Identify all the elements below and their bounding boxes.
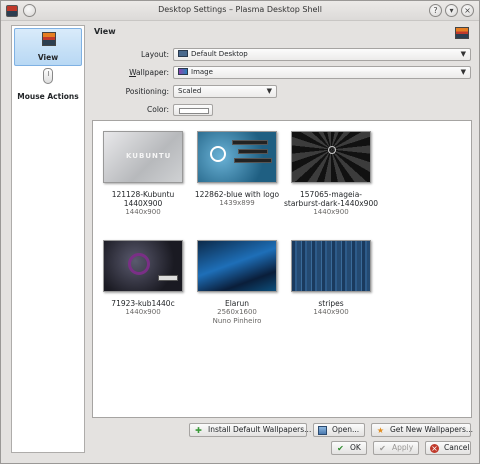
chevron-down-icon: ▼	[460, 68, 466, 76]
apply-button[interactable]: ✔ Apply	[373, 441, 419, 455]
title-bar[interactable]: Desktop Settings – Plasma Desktop Shell …	[1, 1, 479, 21]
wallpaper-author: Nuno Pinheiro	[212, 317, 262, 325]
wallpaper-item[interactable]: stripes 1440x900	[283, 240, 379, 317]
wallpaper-name: stripes	[318, 299, 344, 308]
plus-icon: ✚	[195, 426, 202, 435]
settings-sidebar: View Mouse Actions	[11, 25, 85, 453]
wallpaper-thumbnail	[291, 240, 371, 292]
wallpaper-item[interactable]: Elarun 2560x1600 Nuno Pinheiro	[189, 240, 285, 326]
color-picker-button[interactable]	[173, 104, 213, 116]
layout-combo[interactable]: Default Desktop ▼	[173, 48, 471, 61]
wallpaper-item[interactable]: 157065-mageia-starburst-dark-1440x900 14…	[283, 131, 379, 217]
wallpaper-name: 71923-kub1440c	[111, 299, 175, 308]
sidebar-item-label: Mouse Actions	[17, 92, 79, 101]
wallpaper-label: Wallpaper:	[129, 68, 169, 77]
wallpaper-size: 1440x900	[313, 308, 349, 316]
sidebar-item-view[interactable]: View	[14, 28, 82, 66]
desktop-icon	[178, 50, 188, 57]
folder-open-icon	[318, 426, 327, 435]
wallpaper-thumbnail	[291, 131, 371, 183]
open-button[interactable]: Open...	[313, 423, 365, 437]
wallpaper-thumbnail: KUBUNTU	[103, 131, 183, 183]
settings-window: Desktop Settings – Plasma Desktop Shell …	[0, 0, 480, 464]
wallpaper-item[interactable]: 71923-kub1440c 1440x900	[95, 240, 191, 317]
mouse-icon	[43, 68, 53, 84]
minimize-icon[interactable]: ▾	[445, 4, 458, 17]
wallpaper-value: Image	[191, 68, 213, 76]
positioning-label: Positioning:	[125, 87, 169, 96]
install-default-wallpapers-button[interactable]: ✚ Install Default Wallpapers...	[189, 423, 311, 437]
wallpaper-thumbnail	[103, 240, 183, 292]
wallpaper-name: 157065-mageia-starburst-dark-1440x900	[283, 190, 378, 208]
color-label: Color:	[147, 105, 169, 114]
wallpaper-icon	[455, 27, 469, 39]
wallpaper-combo[interactable]: Image ▼	[173, 66, 471, 79]
wallpaper-size: 1440x900	[125, 308, 161, 316]
wallpaper-gallery[interactable]: KUBUNTU 121128-Kubuntu 1440X900 1440x900…	[92, 120, 472, 418]
layout-label: Layout:	[140, 50, 169, 59]
wallpaper-name: 121128-Kubuntu 1440X900	[111, 190, 175, 208]
positioning-combo[interactable]: Scaled ▼	[173, 85, 277, 98]
sidebar-item-label: View	[37, 53, 59, 62]
positioning-value: Scaled	[178, 87, 202, 95]
wallpaper-item[interactable]: 122862-blue with logo 1439x899	[189, 131, 285, 208]
window-title: Desktop Settings – Plasma Desktop Shell	[158, 5, 322, 14]
wallpaper-size: 1439x899	[219, 199, 255, 207]
check-icon: ✔	[337, 444, 344, 453]
wallpaper-thumbnail	[197, 131, 277, 183]
chevron-down-icon: ▼	[266, 87, 272, 95]
image-icon	[178, 68, 188, 75]
help-icon[interactable]: ?	[429, 4, 442, 17]
cancel-icon: ×	[430, 444, 439, 453]
cancel-button[interactable]: × Cancel	[425, 441, 471, 455]
wallpaper-size: 1440x900	[125, 208, 161, 216]
wallpaper-name: 122862-blue with logo	[194, 190, 280, 199]
wallpaper-icon	[42, 32, 56, 46]
wallpaper-item[interactable]: KUBUNTU 121128-Kubuntu 1440X900 1440x900	[95, 131, 191, 217]
wallpaper-size: 1440x900	[313, 208, 349, 216]
page-title: View	[94, 27, 116, 36]
ok-button[interactable]: ✔ OK	[331, 441, 367, 455]
get-new-wallpapers-button[interactable]: ★ Get New Wallpapers...	[371, 423, 473, 437]
star-icon: ★	[376, 426, 385, 435]
check-icon: ✔	[379, 444, 386, 453]
close-icon[interactable]: ×	[461, 4, 474, 17]
wallpaper-name: Elarun	[224, 299, 249, 308]
wallpaper-size: 2560x1600	[217, 308, 257, 316]
layout-value: Default Desktop	[191, 50, 248, 58]
wallpaper-thumbnail	[197, 240, 277, 292]
chevron-down-icon: ▼	[460, 50, 466, 58]
sidebar-item-mouse-actions[interactable]: Mouse Actions	[14, 66, 82, 104]
